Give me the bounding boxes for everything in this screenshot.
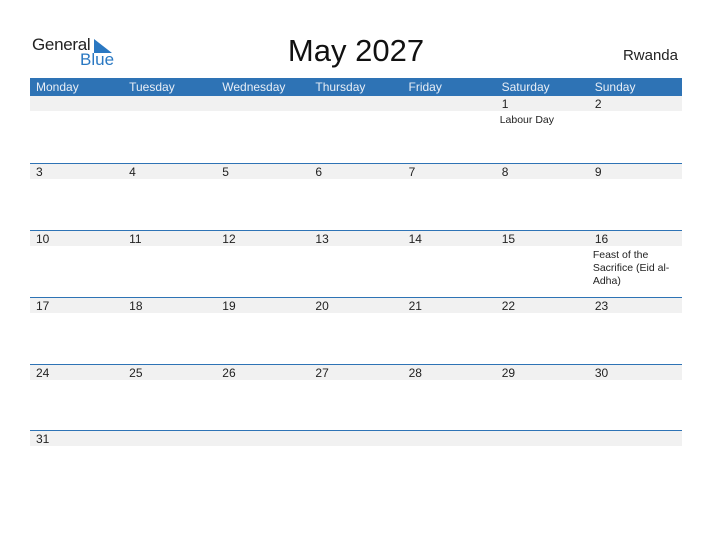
day-cell <box>589 431 682 497</box>
day-number: 7 <box>408 165 416 179</box>
week-row: 17 18 19 20 21 22 23 <box>30 297 682 364</box>
day-number: 25 <box>129 366 143 380</box>
weekday-tuesday: Tuesday <box>129 80 175 94</box>
day-cell: 27 <box>309 365 402 431</box>
day-number: 16 <box>594 232 609 246</box>
day-cell <box>123 96 216 162</box>
day-cell: 26 <box>216 365 309 431</box>
day-cell: 22 <box>496 298 589 364</box>
weekday-monday: Monday <box>36 80 79 94</box>
day-cell: 28 <box>403 365 496 431</box>
day-number: 20 <box>315 299 329 313</box>
day-cell: 30 <box>589 365 682 431</box>
week-row: 3 4 5 6 7 8 9 <box>30 163 682 230</box>
day-cell <box>123 431 216 497</box>
weekday-thursday: Thursday <box>315 80 366 94</box>
day-cell <box>496 431 589 497</box>
day-cell <box>309 431 402 497</box>
day-number: 9 <box>594 165 602 179</box>
day-number: 5 <box>222 165 229 179</box>
day-cell <box>216 96 309 162</box>
day-number: 18 <box>129 299 143 313</box>
week-row: 1 Labour Day 2 <box>30 96 682 162</box>
day-number: 13 <box>315 232 329 246</box>
day-number: 2 <box>594 97 602 111</box>
day-cell: 25 <box>123 365 216 431</box>
calendar-title: May 2027 <box>287 33 425 68</box>
day-number: 12 <box>222 232 236 246</box>
holiday-label: Feast of the Sacrifice (Eid al-Adha) <box>592 249 670 287</box>
day-number: 22 <box>501 299 516 313</box>
week-row: 24 25 26 27 28 29 30 <box>30 364 682 431</box>
day-number: 31 <box>36 432 50 446</box>
day-cell: 4 <box>123 164 216 230</box>
day-cell: 20 <box>309 298 402 364</box>
day-number: 15 <box>501 232 516 246</box>
day-cell <box>403 431 496 497</box>
day-cell: 16 Feast of the Sacrifice (Eid al-Adha) <box>589 231 682 297</box>
day-cell: 7 <box>403 164 496 230</box>
day-cell: 9 <box>589 164 682 230</box>
day-number: 11 <box>129 232 142 246</box>
day-number: 29 <box>501 366 516 380</box>
day-cell: 23 <box>589 298 682 364</box>
day-number: 4 <box>129 165 136 179</box>
day-number: 21 <box>408 299 422 313</box>
day-cell: 29 <box>496 365 589 431</box>
day-cell: 11 <box>123 231 216 297</box>
weekday-wednesday: Wednesday <box>222 80 286 94</box>
day-cell: 31 <box>30 431 123 497</box>
day-number: 26 <box>222 366 236 380</box>
day-cell <box>30 96 123 162</box>
day-cell: 10 <box>30 231 123 297</box>
day-cell: 8 <box>496 164 589 230</box>
day-cell: 24 <box>30 365 123 431</box>
day-number: 1 <box>501 97 509 111</box>
weekday-sunday: Sunday <box>594 80 636 94</box>
day-cell: 18 <box>123 298 216 364</box>
day-number: 28 <box>408 366 422 380</box>
day-number: 17 <box>36 299 50 313</box>
day-cell: 19 <box>216 298 309 364</box>
day-cell: 14 <box>403 231 496 297</box>
day-cell <box>403 96 496 162</box>
day-cell: 5 <box>216 164 309 230</box>
day-number: 6 <box>315 165 323 179</box>
holiday-label: Labour Day <box>499 114 554 126</box>
day-cell: 12 <box>216 231 309 297</box>
country-label: Rwanda <box>622 47 678 64</box>
day-number: 23 <box>594 299 609 313</box>
week-row: 31 <box>30 430 682 497</box>
day-cell: 1 Labour Day <box>496 96 589 162</box>
weekday-friday: Friday <box>408 80 442 94</box>
day-cell: 6 <box>309 164 402 230</box>
day-cell <box>309 96 402 162</box>
day-cell: 15 <box>496 231 589 297</box>
day-number: 10 <box>36 232 50 246</box>
day-cell <box>216 431 309 497</box>
weekday-saturday: Saturday <box>501 80 550 94</box>
day-cell: 2 <box>589 96 682 162</box>
day-cell: 3 <box>30 164 123 230</box>
weekday-header: Monday Tuesday Wednesday Thursday Friday… <box>30 78 682 96</box>
week-row: 10 11 12 13 14 15 16 Feast of the Sacrifice (Ei… <box>30 230 682 297</box>
day-cell: 13 <box>309 231 402 297</box>
day-number: 30 <box>594 366 609 380</box>
day-cell: 21 <box>403 298 496 364</box>
day-number: 27 <box>315 366 329 380</box>
day-number: 8 <box>501 165 509 179</box>
day-number: 14 <box>408 232 422 246</box>
day-number: 24 <box>36 366 50 380</box>
day-cell: 17 <box>30 298 123 364</box>
day-number: 19 <box>222 299 236 313</box>
day-number: 3 <box>36 165 43 179</box>
